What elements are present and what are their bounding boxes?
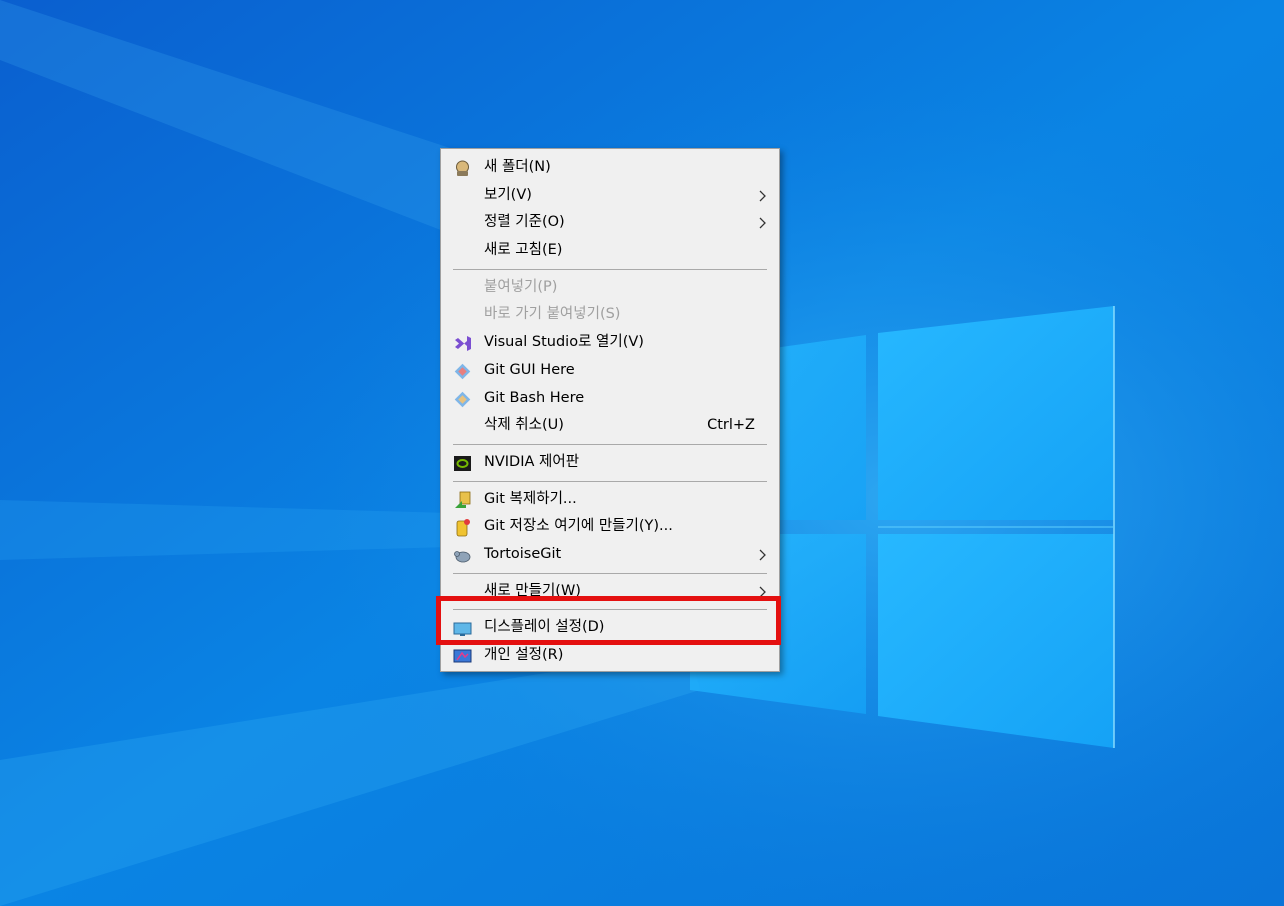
chevron-right-icon [759, 549, 766, 561]
chevron-right-icon [759, 586, 766, 598]
menu-item-git-gui-here[interactable]: Git GUI Here [441, 357, 779, 385]
chevron-right-icon [759, 190, 766, 202]
menu-item-label: Git Bash Here [484, 389, 585, 406]
menu-item-label: 붙여넣기(P) [484, 278, 558, 295]
visual-studio-icon [455, 336, 471, 352]
menu-item-personalize[interactable]: 개인 설정(R) [441, 642, 779, 670]
menu-item-new[interactable]: 새로 만들기(W) [441, 578, 779, 606]
git-icon [454, 391, 471, 407]
menu-item-paste-shortcut[interactable]: 바로 가기 붙여넣기(S) [441, 301, 779, 329]
menu-item-display-settings[interactable]: 디스플레이 설정(D) [441, 614, 779, 642]
menu-item-label: Git GUI Here [484, 361, 575, 378]
tortoisegit-clone-icon [455, 491, 471, 508]
menu-separator [453, 443, 767, 445]
menu-item-label: 삭제 취소(U) [484, 417, 564, 434]
menu-item-label: Git 복제하기... [484, 490, 577, 507]
personalize-icon [453, 649, 472, 663]
menu-item-tortoisegit[interactable]: TortoiseGit [441, 541, 779, 569]
git-icon [454, 363, 471, 380]
menu-item-refresh[interactable]: 새로 고침(E) [441, 237, 779, 265]
desktop-context-menu: 새 폴더(N) 보기(V) 정렬 기준(O) 새로 고침(E) 붙여넣기(P) … [440, 148, 780, 672]
menu-item-sort-by[interactable]: 정렬 기준(O) [441, 209, 779, 237]
menu-item-view[interactable]: 보기(V) [441, 182, 779, 210]
menu-separator [453, 609, 767, 611]
display-icon [453, 622, 472, 637]
desktop[interactable]: 새 폴더(N) 보기(V) 정렬 기준(O) 새로 고침(E) 붙여넣기(P) … [0, 0, 1284, 906]
menu-separator [453, 268, 767, 270]
menu-item-label: 디스플레이 설정(D) [484, 619, 605, 636]
chevron-right-icon [759, 217, 766, 229]
tortoisegit-repo-icon [456, 519, 470, 537]
menu-item-undo-delete[interactable]: 삭제 취소(U) Ctrl+Z [441, 412, 779, 440]
menu-item-label: Visual Studio로 열기(V) [484, 334, 644, 351]
menu-item-label: 보기(V) [484, 186, 532, 203]
tortoisegit-icon [454, 551, 471, 563]
menu-item-label: 새로 만들기(W) [484, 582, 581, 599]
menu-item-git-bash-here[interactable]: Git Bash Here [441, 385, 779, 413]
menu-separator [453, 572, 767, 574]
menu-item-shortcut: Ctrl+Z [707, 417, 755, 434]
menu-item-label: 개인 설정(R) [484, 647, 564, 663]
menu-item-paste[interactable]: 붙여넣기(P) [441, 274, 779, 302]
menu-item-git-clone[interactable]: Git 복제하기... [441, 486, 779, 514]
menu-item-label: 새로 고침(E) [484, 242, 563, 259]
menu-item-label: NVIDIA 제어판 [484, 453, 580, 470]
menu-separator [453, 480, 767, 482]
new-folder-icon [456, 160, 469, 176]
menu-item-label: 새 폴더(N) [484, 159, 551, 175]
menu-item-label: Git 저장소 여기에 만들기(Y)... [484, 518, 673, 535]
menu-item-git-create-repo[interactable]: Git 저장소 여기에 만들기(Y)... [441, 513, 779, 541]
nvidia-icon [454, 455, 471, 471]
menu-item-open-visual-studio[interactable]: Visual Studio로 열기(V) [441, 329, 779, 357]
menu-item-label: 바로 가기 붙여넣기(S) [484, 306, 621, 323]
menu-item-label: 정렬 기준(O) [484, 214, 565, 231]
menu-item-nvidia-control-panel[interactable]: NVIDIA 제어판 [441, 449, 779, 477]
menu-item-label: TortoiseGit [484, 545, 562, 562]
menu-item-new-folder[interactable]: 새 폴더(N) [441, 154, 779, 182]
